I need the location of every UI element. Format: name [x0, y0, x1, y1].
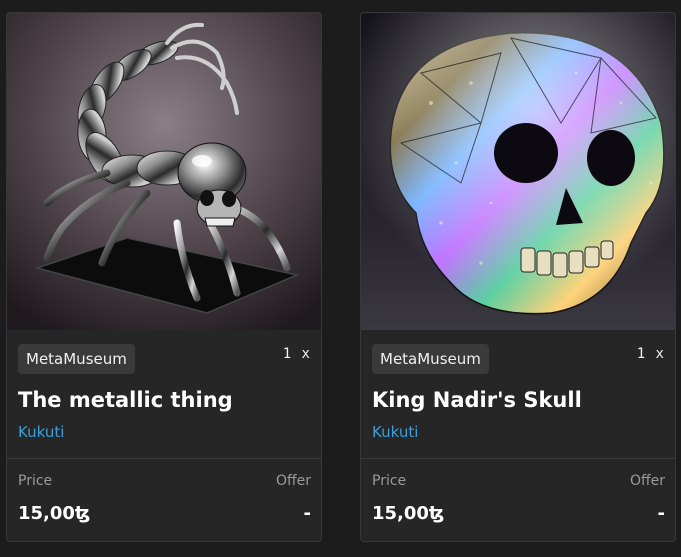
edition-quantity: 1 x [282, 346, 311, 362]
token-card[interactable]: MetaMuseum 1 x King Nadir's Skull Kukuti… [360, 12, 676, 542]
card-divider [7, 458, 321, 459]
price-value: 15,00ꜩ [18, 503, 91, 524]
price-label: Price [18, 473, 53, 489]
token-title[interactable]: King Nadir's Skull [372, 388, 582, 412]
offer-label: Offer [275, 473, 311, 489]
offer-value: - [303, 503, 311, 524]
gallery-badge[interactable]: MetaMuseum [372, 344, 489, 374]
price-label: Price [372, 473, 407, 489]
token-title[interactable]: The metallic thing [18, 388, 233, 412]
iridescent-crystal-skull-artwork-icon[interactable] [361, 13, 676, 330]
edition-quantity: 1 x [636, 346, 665, 362]
artist-link[interactable]: Kukuti [372, 423, 418, 441]
metallic-scorpion-skull-artwork-icon[interactable] [7, 13, 322, 330]
offer-label: Offer [629, 473, 665, 489]
card-divider [361, 458, 675, 459]
price-value: 15,00ꜩ [372, 503, 445, 524]
token-card[interactable]: MetaMuseum 1 x The metallic thing Kukuti… [6, 12, 322, 542]
token-grid: MetaMuseum 1 x The metallic thing Kukuti… [0, 0, 681, 557]
gallery-badge[interactable]: MetaMuseum [18, 344, 135, 374]
offer-value: - [657, 503, 665, 524]
artist-link[interactable]: Kukuti [18, 423, 64, 441]
